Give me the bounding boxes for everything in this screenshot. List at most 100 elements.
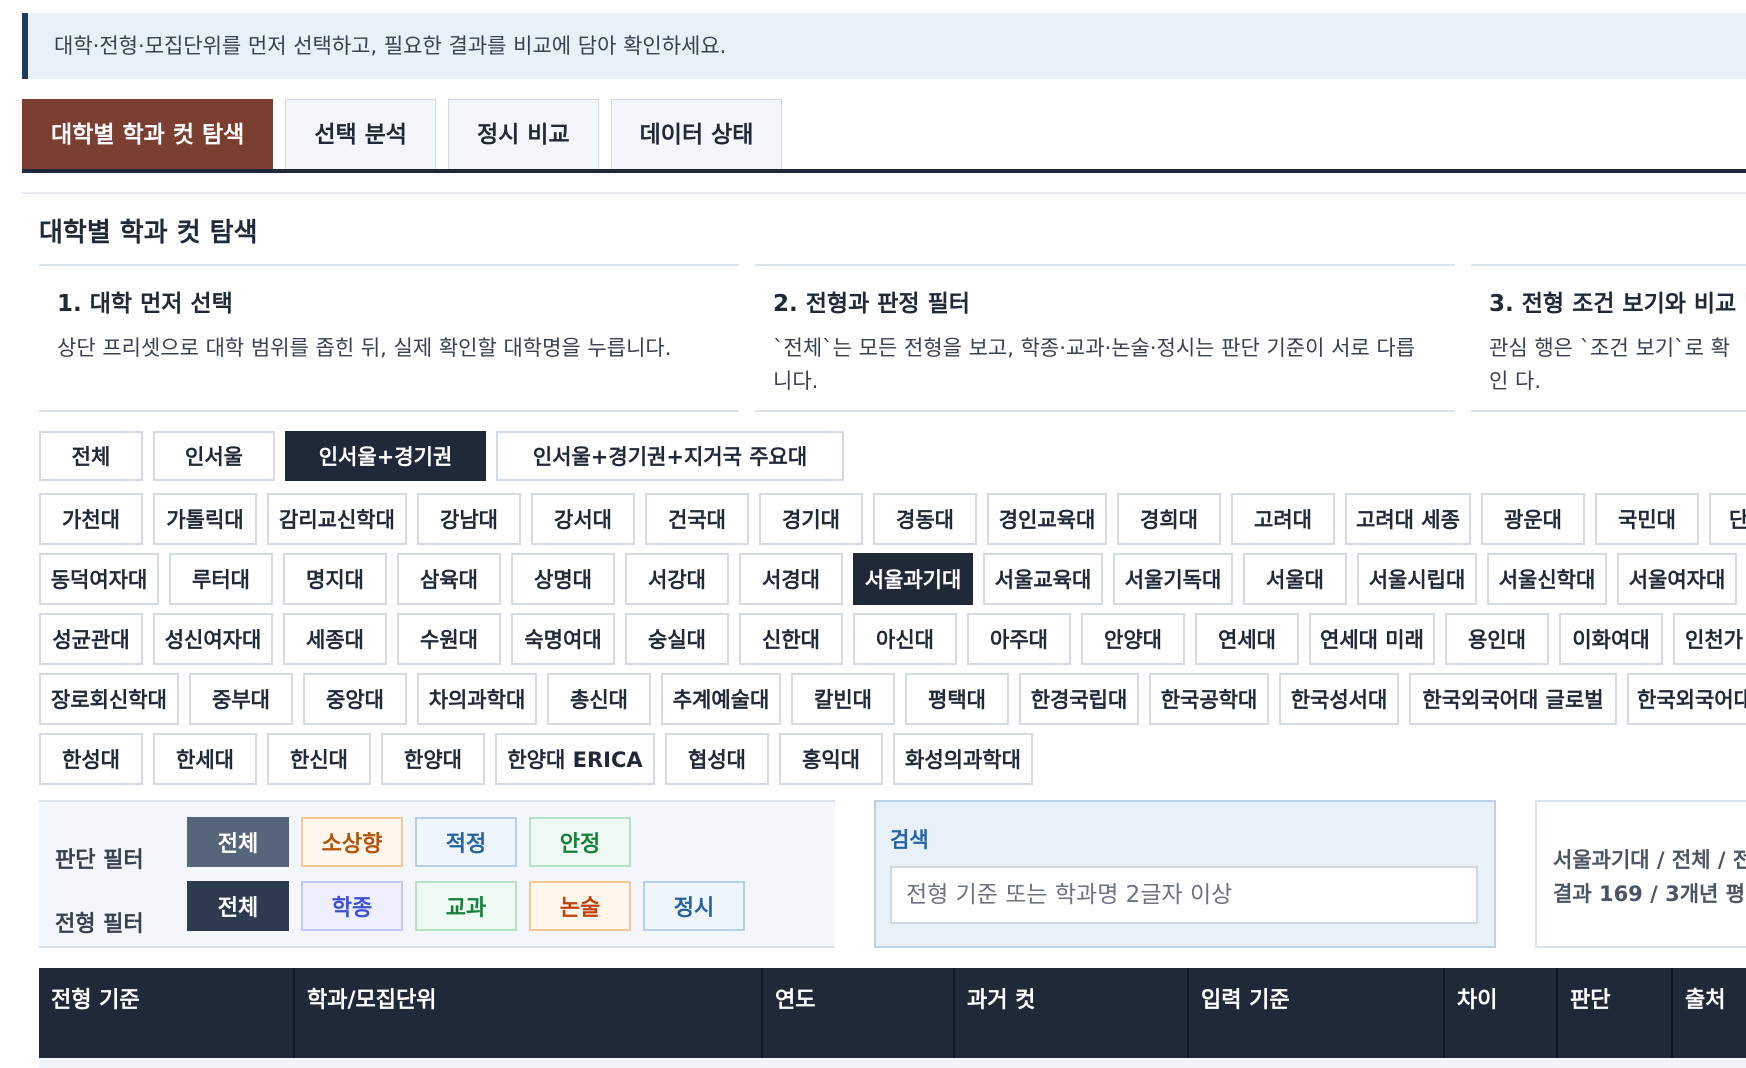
preset-seoul-gyeonggi-button[interactable]: 인서울+경기권 [285,431,486,481]
tab-regular-compare[interactable]: 정시 비교 [447,99,599,171]
judgment-filter-label: 판단 필터 [55,848,144,873]
type-essay-button[interactable]: 논술 [529,881,631,931]
search-input[interactable] [890,866,1478,924]
type-filter-label: 전형 필터 [55,912,144,937]
university-chip[interactable]: 성신여자대 [153,613,273,665]
university-chip[interactable]: 단 [1709,493,1746,545]
university-chip[interactable]: 경기대 [759,493,863,545]
university-chip[interactable]: 한국성서대 [1279,673,1399,725]
university-chip[interactable]: 국민대 [1595,493,1699,545]
judgment-all-button[interactable]: 전체 [187,817,289,867]
university-chip[interactable]: 차의과학대 [417,673,537,725]
university-chip[interactable]: 한국외국어대 [1627,673,1746,725]
col-header-judgment[interactable]: 판단 [1558,968,1673,1058]
col-header-source[interactable]: 출처 [1673,968,1746,1058]
university-chip[interactable]: 명지대 [283,553,387,605]
university-chip[interactable]: 협성대 [665,733,769,785]
university-chip-selected[interactable]: 서울과기대 [853,553,973,605]
university-chip[interactable]: 세종대 [283,613,387,665]
university-chip[interactable]: 인천가 [1673,613,1746,665]
university-chip[interactable]: 감리교신학대 [267,493,407,545]
university-chip[interactable]: 중부대 [189,673,293,725]
preset-seoul-gyeonggi-national-button[interactable]: 인서울+경기권+지거국 주요대 [496,431,844,481]
university-chip[interactable]: 상명대 [511,553,615,605]
page-title: 대학별 학과 컷 탐색 [39,218,258,248]
university-chip[interactable]: 안양대 [1081,613,1185,665]
university-chip[interactable]: 한양대 [381,733,485,785]
col-header-difference[interactable]: 차이 [1445,968,1558,1058]
col-header-past-cut[interactable]: 과거 컷 [955,968,1189,1058]
col-header-input-criteria[interactable]: 입력 기준 [1189,968,1445,1058]
university-chip[interactable]: 건국대 [645,493,749,545]
university-chip[interactable]: 화성의과학대 [893,733,1033,785]
col-header-type[interactable]: 전형 기준 [39,968,295,1058]
university-chip[interactable]: 가천대 [39,493,143,545]
university-chip[interactable]: 숙명여대 [511,613,615,665]
university-chip[interactable]: 신한대 [739,613,843,665]
judgment-safe-button[interactable]: 안정 [529,817,631,867]
university-chip[interactable]: 서울기독대 [1113,553,1233,605]
university-chip[interactable]: 연세대 [1195,613,1299,665]
university-chip[interactable]: 서강대 [625,553,729,605]
university-chip[interactable]: 성균관대 [39,613,143,665]
col-header-year[interactable]: 연도 [763,968,955,1058]
university-chip[interactable]: 칼빈대 [791,673,895,725]
university-chip[interactable]: 강서대 [531,493,635,545]
university-chip[interactable]: 추계예술대 [661,673,781,725]
university-chip[interactable]: 서울교육대 [983,553,1103,605]
university-chip[interactable]: 고려대 세종 [1345,493,1471,545]
university-chip[interactable]: 경동대 [873,493,977,545]
university-chip[interactable]: 서울시립대 [1357,553,1477,605]
university-chip[interactable]: 장로회신학대 [39,673,179,725]
type-comprehensive-button[interactable]: 학종 [301,881,403,931]
university-chip[interactable]: 평택대 [905,673,1009,725]
university-chip[interactable]: 홍익대 [779,733,883,785]
university-chip[interactable]: 서경대 [739,553,843,605]
tab-data-status[interactable]: 데이터 상태 [610,99,783,171]
university-chip[interactable]: 아주대 [967,613,1071,665]
university-chip[interactable]: 수원대 [397,613,501,665]
university-chip[interactable]: 이화여대 [1559,613,1663,665]
summary-selection: 서울과기대 / 전체 / 전 [1553,848,1746,872]
university-chip[interactable]: 루터대 [169,553,273,605]
tab-selection-analysis[interactable]: 선택 분석 [285,99,436,171]
university-chip[interactable]: 숭실대 [625,613,729,665]
type-regular-button[interactable]: 정시 [643,881,745,931]
university-chip[interactable]: 경희대 [1117,493,1221,545]
university-chip[interactable]: 광운대 [1481,493,1585,545]
preset-all-button[interactable]: 전체 [39,431,143,481]
university-chip[interactable]: 한양대 ERICA [495,733,655,785]
university-chip[interactable]: 서울여자대 [1617,553,1737,605]
university-chip[interactable]: 경인교육대 [987,493,1107,545]
university-chip[interactable]: 한국공학대 [1149,673,1269,725]
university-chip[interactable]: 한신대 [267,733,371,785]
type-grades-button[interactable]: 교과 [415,881,517,931]
university-chip[interactable]: 동덕여자대 [39,553,159,605]
university-chip[interactable]: 한국외국어대 글로벌 [1409,673,1617,725]
university-chip[interactable]: 삼육대 [397,553,501,605]
university-chip[interactable]: 한성대 [39,733,143,785]
university-chip[interactable]: 강남대 [417,493,521,545]
university-chip[interactable]: 서울대 [1243,553,1347,605]
col-header-department[interactable]: 학과/모집단위 [295,968,763,1058]
preset-in-seoul-button[interactable]: 인서울 [153,431,275,481]
university-chip[interactable]: 총신대 [547,673,651,725]
university-chip[interactable]: 용인대 [1445,613,1549,665]
step-title: 3. 전형 조건 보기와 비교 담 [1489,291,1746,317]
search-label: 검색 [890,828,929,852]
judgment-match-button[interactable]: 적정 [415,817,517,867]
type-all-button[interactable]: 전체 [187,881,289,931]
university-chip[interactable]: 한경국립대 [1019,673,1139,725]
university-chip[interactable]: 한세대 [153,733,257,785]
university-chip[interactable]: 아신대 [853,613,957,665]
notice-banner: 대학·전형·모집단위를 먼저 선택하고, 필요한 결과를 비교에 담아 확인하세… [22,13,1746,79]
university-chip[interactable]: 고려대 [1231,493,1335,545]
university-chip[interactable]: 가톨릭대 [153,493,257,545]
university-chip[interactable]: 연세대 미래 [1309,613,1435,665]
step-desc: `전체`는 모든 전형을 보고, 학종·교과·논술·정시는 판단 기준이 서로 … [773,336,1416,393]
university-chip[interactable]: 중앙대 [303,673,407,725]
tab-department-cut[interactable]: 대학별 학과 컷 탐색 [22,99,274,171]
judgment-reach-button[interactable]: 소상향 [301,817,403,867]
university-chip[interactable]: 서울신학대 [1487,553,1607,605]
results-table-header: 전형 기준 학과/모집단위 연도 과거 컷 입력 기준 차이 판단 출처 [39,968,1746,1058]
